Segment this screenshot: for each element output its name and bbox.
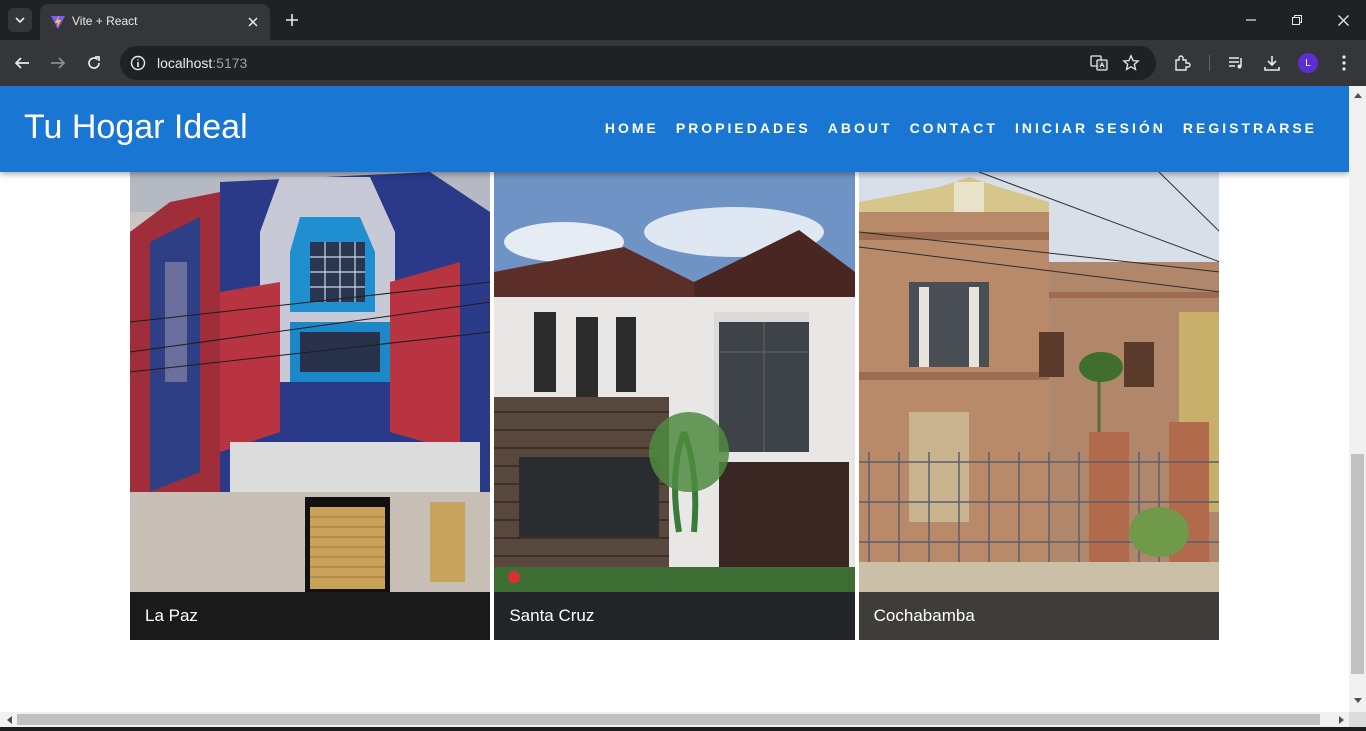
site-nav: HOME PROPIEDADES ABOUT CONTACT INICIAR S… [605,120,1317,136]
media-controls-icon[interactable] [1225,52,1247,74]
vertical-scroll-thumb[interactable] [1351,454,1364,674]
site-logo[interactable]: Tu Hogar Ideal [24,108,248,147]
nav-home[interactable]: HOME [605,120,659,136]
profile-avatar[interactable]: L [1298,53,1318,73]
nav-contact[interactable]: CONTACT [910,120,998,136]
scrollbar-corner [1349,712,1366,727]
url-text[interactable]: localhost:5173 [157,55,247,71]
scroll-up-arrow-icon[interactable] [1349,88,1366,102]
city-name: La Paz [145,606,198,625]
close-icon [1337,14,1349,26]
city-card-cochabamba[interactable]: Cochabamba [858,172,1219,640]
browser-tab[interactable]: Vite + React [40,4,270,40]
scroll-down-arrow-icon[interactable] [1349,694,1366,708]
browser-toolbar: localhost:5173 L [0,40,1366,86]
santa-cruz-house-image [494,172,855,640]
city-card-la-paz[interactable]: La Paz [130,172,491,640]
nav-iniciar-sesion[interactable]: INICIAR SESIÓN [1015,120,1166,136]
horizontal-scroll-thumb[interactable] [17,714,1320,725]
plus-icon [286,14,298,26]
card-caption: La Paz [130,592,491,640]
page-viewport: Tu Hogar Ideal HOME PROPIEDADES ABOUT CO… [0,86,1349,712]
close-icon [248,17,258,27]
browser-tabbar: Vite + React [0,0,1366,40]
city-card-santa-cruz[interactable]: Santa Cruz [494,172,855,640]
horizontal-scrollbar[interactable] [0,712,1349,727]
url-port: :5173 [212,55,248,71]
card-caption: Cochabamba [858,592,1219,640]
cochabamba-house-image [858,172,1219,640]
city-cards: La Paz Santa Cruz Cochabamba [130,172,1219,640]
la-paz-building-image [130,172,491,640]
minimize-icon [1246,19,1256,21]
nav-about[interactable]: ABOUT [828,120,893,136]
restore-button[interactable] [1285,8,1309,32]
tab-title: Vite + React [72,14,138,28]
nav-registrarse[interactable]: REGISTRARSE [1183,120,1317,136]
arrow-right-icon [51,57,66,69]
card-caption: Santa Cruz [494,592,855,640]
bookmark-star-icon[interactable] [1122,54,1140,72]
restore-icon [1292,15,1302,25]
reload-icon [88,56,100,69]
toolbar-separator [1209,55,1210,71]
translate-icon[interactable] [1090,54,1108,72]
scroll-left-arrow-icon[interactable] [0,713,17,727]
vertical-scrollbar[interactable] [1349,86,1366,712]
tab-close-button[interactable] [244,13,262,31]
scroll-right-arrow-icon[interactable] [1333,713,1350,727]
site-header: Tu Hogar Ideal HOME PROPIEDADES ABOUT CO… [0,86,1349,172]
taskbar-edge [0,727,1366,731]
city-name: Cochabamba [873,606,975,625]
tab-search-button[interactable] [8,8,32,32]
back-button[interactable] [11,52,33,74]
nav-propiedades[interactable]: PROPIEDADES [676,120,811,136]
reload-button[interactable] [83,52,105,74]
arrow-left-icon [14,57,29,69]
city-name: Santa Cruz [509,606,595,625]
downloads-icon[interactable] [1261,52,1283,74]
more-menu-icon[interactable] [1333,52,1355,74]
address-bar[interactable]: localhost:5173 [120,46,1156,80]
extensions-icon[interactable] [1171,52,1193,74]
forward-button[interactable] [47,52,69,74]
vite-logo-icon [51,15,65,29]
chevron-down-icon [15,17,25,24]
close-window-button[interactable] [1331,8,1355,32]
minimize-button[interactable] [1239,8,1263,32]
new-tab-button[interactable] [282,10,302,30]
site-info-icon[interactable] [130,55,146,71]
url-host: localhost [157,55,213,71]
